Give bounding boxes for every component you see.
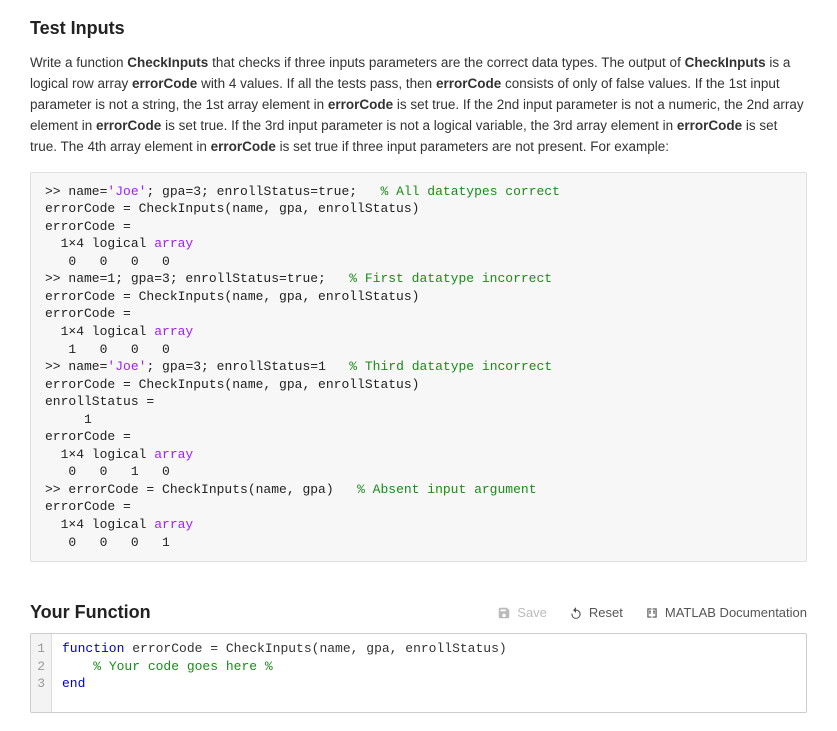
editor-toolbar: Save Reset MATLAB Documentation xyxy=(497,605,807,620)
your-function-header: Your Function Save Reset MATLAB Document… xyxy=(30,602,807,623)
docs-icon xyxy=(645,606,659,620)
problem-description: Write a function CheckInputs that checks… xyxy=(30,53,807,158)
save-button[interactable]: Save xyxy=(497,605,547,620)
docs-label: MATLAB Documentation xyxy=(665,605,807,620)
line-gutter: 123 xyxy=(31,634,52,712)
code-area[interactable]: function errorCode = CheckInputs(name, g… xyxy=(52,634,806,712)
reset-button[interactable]: Reset xyxy=(569,605,623,620)
example-output: >> name='Joe'; gpa=3; enrollStatus=true;… xyxy=(30,172,807,562)
page-title: Test Inputs xyxy=(30,18,807,39)
save-icon xyxy=(497,606,511,620)
save-label: Save xyxy=(517,605,547,620)
reset-label: Reset xyxy=(589,605,623,620)
your-function-title: Your Function xyxy=(30,602,151,623)
docs-button[interactable]: MATLAB Documentation xyxy=(645,605,807,620)
code-editor[interactable]: 123 function errorCode = CheckInputs(nam… xyxy=(30,633,807,713)
reset-icon xyxy=(569,606,583,620)
